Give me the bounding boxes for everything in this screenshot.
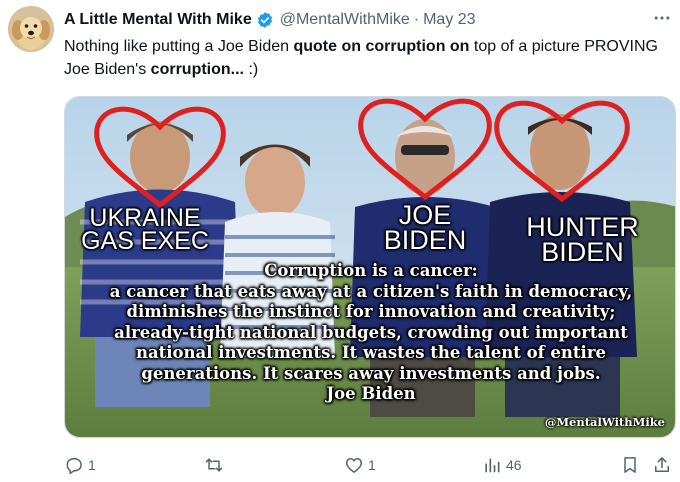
label-line: BIDEN bbox=[383, 224, 467, 255]
tweet-header: A Little Mental With Mike @MentalWithMik… bbox=[64, 9, 664, 31]
label-ukraine-gas-exec: UKRAINE GAS EXEC bbox=[65, 206, 225, 255]
bookmark-icon bbox=[624, 457, 636, 473]
watermark: @MentalWithMike bbox=[544, 415, 665, 429]
retweet-button[interactable] bbox=[204, 451, 228, 479]
label-line: GAS EXEC bbox=[81, 227, 209, 255]
tweet-date[interactable]: May 23 bbox=[423, 11, 475, 29]
quote-line: generations. It scares away investments … bbox=[141, 363, 601, 383]
tweet-media[interactable]: UKRAINE GAS EXEC JOE BIDEN HUNTER BIDEN … bbox=[64, 96, 676, 438]
share-icon bbox=[655, 457, 669, 472]
views-count: 46 bbox=[506, 457, 522, 473]
tweet-text-part: :) bbox=[244, 61, 259, 78]
quote-line: a cancer that eats away at a citizen's f… bbox=[109, 281, 633, 301]
quote-overlay: Corruption is a cancer: a cancer that ea… bbox=[65, 261, 675, 405]
tweet-text-bold: quote on corruption on bbox=[293, 38, 470, 55]
quote-line: already-tight national budgets, crowding… bbox=[114, 322, 628, 342]
label-joe-biden: JOE BIDEN bbox=[365, 202, 485, 255]
views-icon bbox=[485, 458, 500, 473]
like-count: 1 bbox=[368, 457, 376, 473]
retweet-icon bbox=[205, 458, 223, 472]
reply-count: 1 bbox=[88, 457, 96, 473]
like-icon bbox=[345, 458, 363, 473]
display-name[interactable]: A Little Mental With Mike bbox=[64, 11, 252, 29]
reply-icon bbox=[66, 458, 82, 475]
share-button[interactable] bbox=[652, 451, 672, 479]
bookmark-button[interactable] bbox=[620, 451, 640, 479]
label-hunter-biden: HUNTER BIDEN bbox=[495, 214, 670, 266]
user-handle[interactable]: @MentalWithMike bbox=[280, 11, 410, 29]
tweet-text-part: Nothing like putting a Joe Biden bbox=[64, 38, 294, 55]
tweet-text-bold: corruption... bbox=[150, 61, 244, 78]
like-button[interactable]: 1 bbox=[344, 451, 376, 479]
tweet: A Little Mental With Mike @MentalWithMik… bbox=[0, 0, 680, 482]
reply-button[interactable]: 1 bbox=[64, 451, 96, 479]
avatar[interactable] bbox=[8, 6, 54, 52]
quote-line: national investments. It wastes the tale… bbox=[135, 343, 607, 362]
separator-dot: · bbox=[413, 11, 420, 28]
verified-badge-icon bbox=[257, 12, 272, 28]
quote-attribution: Joe Biden bbox=[326, 384, 416, 403]
more-icon[interactable] bbox=[650, 6, 674, 30]
quote-line: diminishes the instinct for innovation a… bbox=[126, 302, 616, 321]
action-bar: 1 1 46 bbox=[64, 451, 676, 479]
views-button[interactable]: 46 bbox=[482, 451, 522, 479]
quote-line: Corruption is a cancer: bbox=[264, 261, 478, 280]
tweet-text: Nothing like putting a Joe Biden quote o… bbox=[64, 35, 664, 81]
avatar-dog-image bbox=[8, 6, 54, 52]
